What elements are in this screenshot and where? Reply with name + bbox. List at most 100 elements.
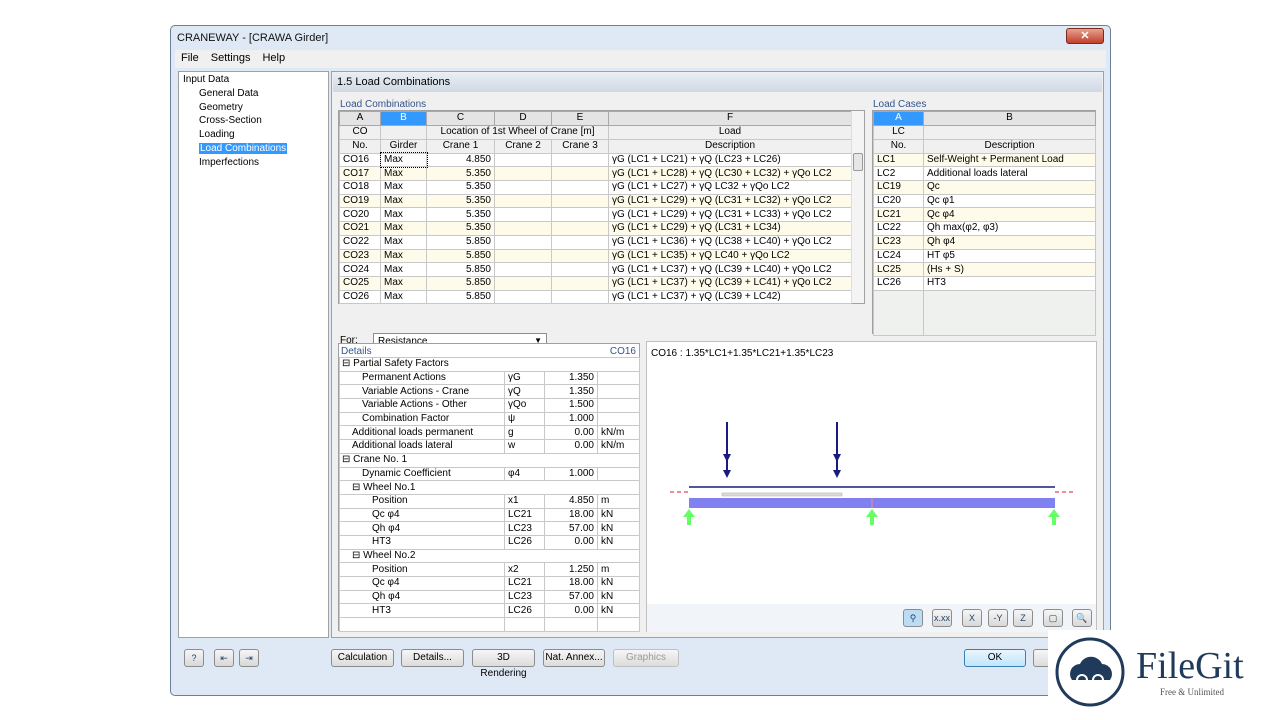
scrollbar[interactable] bbox=[851, 111, 864, 303]
table-row[interactable]: LC23 Qh φ4 bbox=[873, 234, 1096, 250]
table-row[interactable]: LC25 (Hs + S) bbox=[873, 262, 1096, 277]
detail-symbol[interactable]: x1 bbox=[504, 493, 545, 509]
ok-button[interactable]: OK bbox=[964, 649, 1026, 667]
table-cell[interactable]: LC19 bbox=[873, 180, 924, 195]
table-cell[interactable]: Max bbox=[380, 207, 427, 223]
table-cell[interactable]: γG (LC1 + LC37) + γQ (LC39 + LC40) + γQo… bbox=[608, 262, 852, 277]
table-cell[interactable]: γG (LC1 + LC29) + γQ (LC31 + LC32) + γQo… bbox=[608, 193, 852, 209]
tree-item-loading[interactable]: Loading bbox=[199, 129, 235, 140]
detail-symbol[interactable]: LC21 bbox=[504, 576, 545, 591]
table-cell[interactable]: Max bbox=[380, 221, 427, 236]
detail-value[interactable]: 1.350 bbox=[544, 384, 598, 400]
details-row[interactable]: Qc φ4 LC21 18.00 kN bbox=[339, 507, 640, 523]
detail-value[interactable]: 18.00 bbox=[544, 576, 598, 591]
detail-symbol[interactable]: ψ bbox=[504, 411, 545, 427]
table-cell[interactable]: CO22 bbox=[339, 234, 381, 250]
table-cell[interactable] bbox=[551, 180, 609, 195]
table-row[interactable]: CO19 Max 5.350 γG (LC1 + LC29) + γQ (LC31 +… bbox=[339, 193, 852, 209]
header-1[interactable]: No. bbox=[339, 138, 381, 154]
table-cell[interactable]: CO26 bbox=[339, 289, 381, 305]
detail-symbol[interactable]: γQo bbox=[504, 398, 545, 413]
table-row[interactable]: LC2 Additional loads lateral bbox=[873, 166, 1096, 182]
detail-symbol[interactable]: LC26 bbox=[504, 603, 545, 619]
table-cell[interactable]: CO16 bbox=[339, 152, 381, 168]
table-cell[interactable] bbox=[494, 221, 552, 236]
table-cell[interactable] bbox=[494, 275, 552, 291]
details-row[interactable]: Additional loads permanent g 0.00 kN/m bbox=[339, 425, 640, 441]
details-row[interactable]: Qc φ4 LC21 18.00 kN bbox=[339, 576, 640, 591]
tree-item-general-data[interactable]: General Data bbox=[199, 88, 258, 99]
table-cell[interactable]: CO18 bbox=[339, 180, 381, 195]
table-cell[interactable]: γG (LC1 + LC37) + γQ (LC39 + LC42) bbox=[608, 289, 852, 305]
table-cell[interactable] bbox=[494, 207, 552, 223]
detail-unit[interactable] bbox=[597, 411, 640, 427]
table-cell[interactable]: 5.350 bbox=[426, 166, 495, 182]
detail-value[interactable]: 0.00 bbox=[544, 603, 598, 619]
table-cell[interactable]: Qh max(φ2, φ3) bbox=[923, 221, 1096, 236]
nat-annex-button[interactable]: Nat. Annex... bbox=[543, 649, 605, 667]
table-cell[interactable]: γG (LC1 + LC37) + γQ (LC39 + LC41) + γQo… bbox=[608, 275, 852, 291]
table-row[interactable]: CO23 Max 5.850 γG (LC1 + LC35) + γQ LC40 + … bbox=[339, 248, 852, 264]
table-cell[interactable]: γG (LC1 + LC29) + γQ (LC31 + LC34) bbox=[608, 221, 852, 236]
details-row[interactable]: Position x1 4.850 m bbox=[339, 493, 640, 509]
close-button[interactable]: ✕ bbox=[1066, 28, 1104, 44]
header-blank[interactable] bbox=[380, 124, 427, 140]
header-4[interactable]: Crane 2 bbox=[494, 138, 552, 154]
table-cell[interactable] bbox=[494, 193, 552, 209]
detail-unit[interactable] bbox=[597, 466, 640, 482]
table-cell[interactable]: CO21 bbox=[339, 221, 381, 236]
table-row[interactable]: CO20 Max 5.350 γG (LC1 + LC29) + γQ (LC31 +… bbox=[339, 207, 852, 223]
table-cell[interactable]: CO19 bbox=[339, 193, 381, 209]
table-cell[interactable]: 5.850 bbox=[426, 275, 495, 291]
tree-item-geometry[interactable]: Geometry bbox=[199, 102, 243, 113]
table-cell[interactable]: LC20 bbox=[873, 193, 924, 209]
detail-symbol[interactable]: LC26 bbox=[504, 534, 545, 550]
table-cell[interactable] bbox=[551, 262, 609, 277]
column-header-d[interactable]: D bbox=[494, 111, 552, 126]
table-cell[interactable] bbox=[551, 193, 609, 209]
table-cell[interactable]: Additional loads lateral bbox=[923, 166, 1096, 182]
table-cell[interactable]: CO17 bbox=[339, 166, 381, 182]
detail-label[interactable]: Variable Actions - Crane bbox=[339, 384, 505, 400]
column-header-c[interactable]: C bbox=[426, 111, 495, 126]
detail-unit[interactable]: kN bbox=[597, 603, 640, 619]
scroll-thumb[interactable] bbox=[853, 153, 863, 171]
details-row[interactable]: Dynamic Coefficient φ4 1.000 bbox=[339, 466, 640, 482]
detail-unit[interactable]: m bbox=[597, 493, 640, 509]
detail-symbol[interactable]: g bbox=[504, 425, 545, 441]
table-cell[interactable]: 5.850 bbox=[426, 248, 495, 264]
column-header-f[interactable]: F bbox=[608, 111, 852, 126]
table-cell[interactable]: Max bbox=[380, 275, 427, 291]
detail-symbol[interactable]: φ4 bbox=[504, 466, 545, 482]
group-header[interactable]: ⊟ Partial Safety Factors bbox=[339, 357, 640, 372]
details-row[interactable]: Position x2 1.250 m bbox=[339, 562, 640, 577]
table-cell[interactable]: LC26 bbox=[873, 275, 924, 291]
details-row[interactable]: Additional loads lateral w 0.00 kN/m bbox=[339, 439, 640, 454]
view-x-icon[interactable]: X bbox=[962, 609, 982, 627]
header-6[interactable]: Description bbox=[608, 138, 852, 154]
view-z-icon[interactable]: Z bbox=[1013, 609, 1033, 627]
details-button[interactable]: Details... bbox=[401, 649, 464, 667]
header-0[interactable]: No. bbox=[873, 138, 924, 154]
detail-label[interactable]: Additional loads permanent bbox=[339, 425, 505, 441]
table-row[interactable]: LC1 Self-Weight + Permanent Load bbox=[873, 152, 1096, 168]
table-cell[interactable]: LC24 bbox=[873, 248, 924, 264]
detail-unit[interactable]: kN/m bbox=[597, 425, 640, 441]
table-cell[interactable] bbox=[551, 289, 609, 305]
detail-symbol[interactable]: x2 bbox=[504, 562, 545, 577]
detail-label[interactable]: Variable Actions - Other bbox=[339, 398, 505, 413]
table-cell[interactable] bbox=[494, 166, 552, 182]
table-cell[interactable]: Max bbox=[380, 166, 427, 182]
detail-label[interactable]: Qc φ4 bbox=[339, 576, 505, 591]
table-cell[interactable]: 5.350 bbox=[426, 193, 495, 209]
table-cell[interactable]: CO24 bbox=[339, 262, 381, 277]
table-row[interactable]: CO16 Max 4.850 γG (LC1 + LC21) + γQ (LC23 +… bbox=[339, 152, 852, 168]
table-cell[interactable]: 5.350 bbox=[426, 180, 495, 195]
table-cell[interactable] bbox=[551, 207, 609, 223]
table-cell[interactable]: LC22 bbox=[873, 221, 924, 236]
table-cell[interactable]: γG (LC1 + LC36) + γQ (LC38 + LC40) + γQo… bbox=[608, 234, 852, 250]
table-cell[interactable]: CO20 bbox=[339, 207, 381, 223]
detail-symbol[interactable]: γQ bbox=[504, 384, 545, 400]
detail-label[interactable]: Qc φ4 bbox=[339, 507, 505, 523]
detail-unit[interactable]: kN bbox=[597, 589, 640, 605]
